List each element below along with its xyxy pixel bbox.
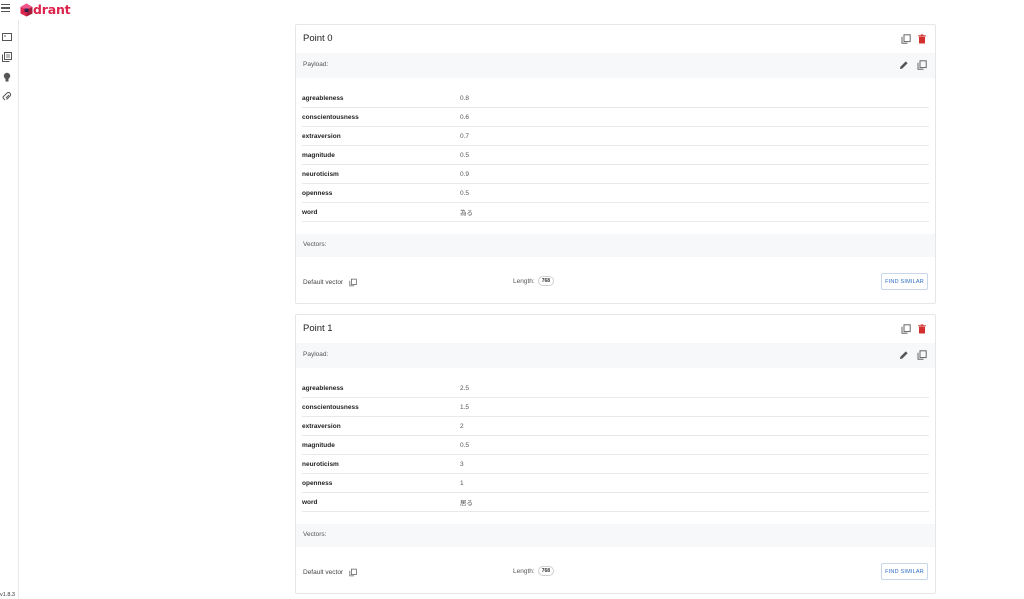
payload-value: 1 [460, 479, 464, 487]
version-label: v1.8.3 [0, 592, 15, 598]
payload-key: agreableness [302, 384, 344, 392]
payload-row: openness 1 [302, 474, 929, 493]
vector-length-label: Length: [513, 567, 535, 575]
payload-row: agreableness 0.8 [302, 89, 929, 108]
logo[interactable]: drant [20, 2, 71, 17]
copy-point-icon[interactable] [901, 324, 911, 334]
payload-key: magnitude [302, 441, 335, 449]
payload-header: Payload: [296, 53, 935, 78]
payload-key: openness [302, 189, 333, 197]
payload-row: word 居る [302, 493, 929, 512]
vector-name: Default vector [303, 279, 344, 286]
payload-value: 0.9 [460, 170, 470, 178]
payload-key: word [302, 208, 318, 216]
payload-label: Payload: [303, 351, 329, 358]
payload-key: extraversion [302, 422, 341, 430]
payload-row: openness 0.5 [302, 184, 929, 203]
payload-value: 0.5 [460, 151, 470, 159]
payload-value: 0.7 [460, 132, 470, 140]
point-title: Point 0 [303, 33, 333, 44]
copy-payload-icon[interactable] [917, 60, 927, 70]
payload-row: word 為る [302, 203, 929, 222]
payload-table: agreableness 0.8 conscientousness 0.6 extr… [302, 89, 929, 222]
payload-key: extraversion [302, 132, 341, 140]
payload-value: 0.5 [460, 441, 470, 449]
delete-point-icon[interactable] [917, 34, 927, 44]
logo-text: drant [33, 2, 71, 17]
payload-row: conscientousness 1.5 [302, 398, 929, 417]
payload-row: magnitude 0.5 [302, 146, 929, 165]
payload-row: neuroticism 3 [302, 455, 929, 474]
find-similar-button[interactable]: FIND SIMILAR [881, 563, 928, 580]
point-card: Point 0 Payload: agreableness 0.8 consci… [295, 24, 936, 304]
point-card: Point 1 Payload: agreableness 2.5 consci… [295, 314, 936, 594]
find-similar-button[interactable]: FIND SIMILAR [881, 273, 928, 290]
payload-value: 0.5 [460, 189, 470, 197]
payload-row: extraversion 2 [302, 417, 929, 436]
point-title: Point 1 [303, 323, 333, 334]
payload-value: 1.5 [460, 403, 470, 411]
payload-value: 為る [460, 210, 473, 217]
payload-key: openness [302, 479, 333, 487]
payload-value: 0.6 [460, 113, 470, 121]
vectors-header: Vectors: [296, 524, 935, 547]
vector-length-label: Length: [513, 277, 535, 285]
payload-value: 0.8 [460, 94, 470, 102]
payload-value: 2 [460, 422, 464, 430]
payload-key: agreableness [302, 94, 344, 102]
payload-value: 2.5 [460, 384, 470, 392]
payload-key: neuroticism [302, 460, 339, 468]
copy-vector-icon[interactable] [349, 568, 357, 577]
payload-row: conscientousness 0.6 [302, 108, 929, 127]
payload-row: neuroticism 0.9 [302, 165, 929, 184]
payload-key: conscientousness [302, 113, 359, 121]
vector-row: Default vector Length: 768 FIND SIMILAR [296, 561, 935, 583]
copy-point-icon[interactable] [901, 34, 911, 44]
copy-vector-icon[interactable] [349, 278, 357, 287]
payload-table: agreableness 2.5 conscientousness 1.5 extr… [302, 379, 929, 512]
payload-value: 居る [460, 500, 473, 507]
vector-name: Default vector [303, 569, 344, 576]
vectors-label: Vectors: [303, 241, 327, 248]
menu-icon[interactable] [1, 4, 11, 14]
collections-icon[interactable] [2, 52, 12, 62]
payload-key: word [302, 498, 318, 506]
copy-payload-icon[interactable] [917, 350, 927, 360]
payload-row: extraversion 0.7 [302, 127, 929, 146]
top-bar: drant [0, 0, 1024, 20]
datasets-icon[interactable] [2, 92, 12, 102]
edit-payload-icon[interactable] [899, 60, 909, 70]
payload-key: neuroticism [302, 170, 339, 178]
sidebar: v1.8.3 [0, 20, 19, 599]
console-icon[interactable] [2, 32, 12, 42]
vector-length-chip: 768 [537, 276, 555, 286]
payload-key: conscientousness [302, 403, 359, 411]
edit-payload-icon[interactable] [899, 350, 909, 360]
vector-length-chip: 768 [537, 566, 555, 576]
payload-row: agreableness 2.5 [302, 379, 929, 398]
vector-row: Default vector Length: 768 FIND SIMILAR [296, 271, 935, 293]
payload-key: magnitude [302, 151, 335, 159]
payload-header: Payload: [296, 343, 935, 368]
points-list: Point 0 Payload: agreableness 0.8 consci… [20, 20, 1024, 599]
vectors-label: Vectors: [303, 531, 327, 538]
payload-value: 3 [460, 460, 464, 468]
payload-label: Payload: [303, 61, 329, 68]
delete-point-icon[interactable] [917, 324, 927, 334]
payload-row: magnitude 0.5 [302, 436, 929, 455]
qdrant-logo-icon [20, 3, 33, 16]
tutorial-icon[interactable] [2, 72, 12, 82]
vectors-header: Vectors: [296, 234, 935, 257]
